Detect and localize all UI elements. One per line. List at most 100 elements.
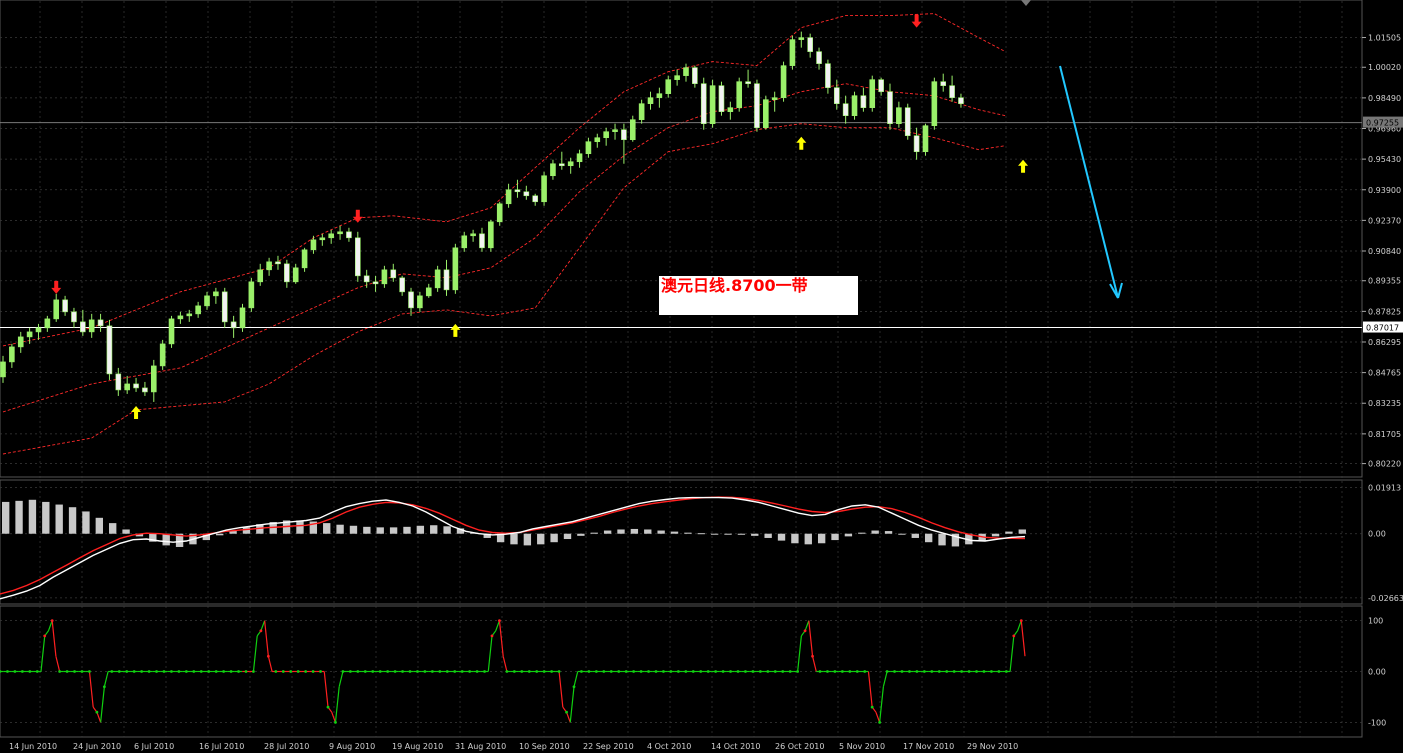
osc-point [669,670,673,673]
osc-point [796,670,800,673]
candle-body [488,221,494,249]
osc-point [863,670,867,673]
osc-point [460,670,464,673]
x-tick-label: 9 Aug 2010 [329,742,375,751]
candle-body [532,195,539,203]
macd-histogram-bar [938,533,946,546]
macd-histogram-bar [898,533,906,535]
osc-point [505,670,509,673]
candle-body [53,299,60,320]
osc-point [997,670,1001,673]
osc-point [624,670,628,673]
candle-body [692,67,698,84]
y-tick-label: 0.87825 [1368,307,1401,316]
candle-body [896,107,902,124]
candle-body [470,233,476,237]
annotation-text: 澳元日线.8700一带 [661,276,808,295]
candle-body [656,93,663,98]
macd-histogram-bar [670,531,679,534]
macd-histogram-bar [68,507,77,534]
time-axis: 14 Jun 2010 24 Jun 2010 6 Jul 2010 16 Jul 2… [9,742,1018,751]
x-tick-label: 10 Sep 2010 [519,742,570,751]
candle-body [346,231,352,239]
osc-point [632,670,636,673]
candle-body [425,287,432,297]
osc-point [758,670,762,673]
osc-point [326,705,330,709]
osc-point [498,619,501,623]
candle-body [913,135,920,153]
osc-point [870,705,874,709]
osc-point [684,670,688,673]
osc-point [602,670,606,673]
macd-histogram-bar [336,524,344,534]
candle-body [97,319,104,327]
osc-point [147,670,151,673]
candle-body [239,307,246,329]
candle-body [479,233,485,249]
osc-point [639,670,643,673]
osc-point [244,670,248,673]
candle-body [922,125,929,153]
osc-point [826,670,829,673]
candle-body [17,336,24,348]
candle-body [106,325,113,375]
macd-histogram-bar [791,533,799,544]
candle-body [709,85,716,124]
osc-point [967,670,971,673]
y-tick-label: 0.93900 [1368,186,1401,195]
candle-body [780,65,787,98]
osc-point [140,670,144,673]
macd-histogram-bar [510,533,518,545]
osc-point [542,670,546,673]
candle-body [949,85,955,98]
candle-body [443,269,450,291]
osc-point [878,720,882,724]
candle-body [496,203,503,223]
osc-point [1004,670,1008,673]
candle-body [958,97,964,104]
macd-histogram-bar [95,517,103,534]
osc-point [102,685,106,689]
osc-point [207,670,211,673]
osc-point [222,670,226,673]
candle-body [124,383,130,391]
candle-body [514,189,521,193]
y-tick-label: 1.01505 [1368,34,1401,43]
macd-histogram-bar [242,527,251,534]
price-axis: 1.015051.000200.984900.969600.954300.939… [1362,34,1403,727]
candle-body [257,269,264,283]
osc-point [162,670,166,673]
osc-tick-label: -100 [1368,718,1386,727]
candle-body [869,79,876,108]
x-tick-label: 17 Nov 2010 [903,742,954,751]
macd-histogram-bar [710,533,719,535]
osc-point [73,670,76,673]
candle-body [44,318,51,329]
candle-body [434,269,441,289]
osc-point [386,670,390,673]
osc-point [184,670,188,673]
osc-point [237,670,240,673]
osc-point [468,670,472,673]
macd-histogram-bar [844,533,853,537]
macd-tick-label: -0.02663 [1368,594,1403,603]
candle-body [833,87,840,104]
candle-body [727,107,734,112]
osc-point [252,670,255,673]
candle-body [292,267,299,283]
candle-body [71,311,77,323]
candle-body [363,275,370,283]
macd-histogram-bar [82,511,90,534]
osc-point [699,670,703,673]
candle-body [585,141,592,155]
osc-point [341,670,345,673]
osc-point [371,670,375,673]
candle-body [763,99,769,129]
candle-body [221,291,228,323]
candle-body [115,373,122,391]
osc-point [378,670,382,673]
osc-point [565,710,568,714]
osc-point [311,670,315,673]
x-tick-label: 16 Jul 2010 [199,742,244,751]
